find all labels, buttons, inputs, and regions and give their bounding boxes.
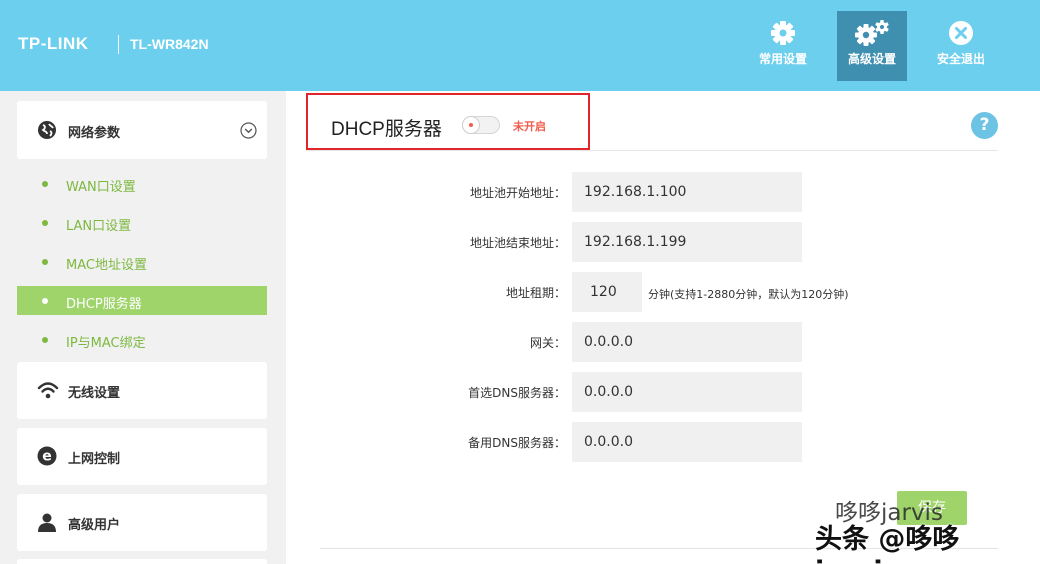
sidebar-section-network[interactable]: 网络参数 [17,101,267,159]
brand-logo: TP-LINK [18,34,89,53]
dhcp-status-text: 未开启 [513,120,546,133]
sidebar-section-access-control-label: 上网控制 [68,452,121,467]
lease-time-hint: 分钟(支持1-2880分钟，默认为120分钟) [648,288,849,301]
pool-end-label: 地址池结束地址： [469,236,566,250]
watermark-bottom: 头条 @哆哆jarvis [815,524,960,564]
user-icon [38,513,56,532]
bullet-dot [42,220,48,226]
sidebar-item-label: DHCP服务器 [66,297,142,312]
logout-button[interactable]: 安全退出 [926,11,996,81]
sidebar-section-more[interactable] [17,559,267,564]
lease-time-label: 地址租期： [505,286,566,300]
sidebar-section-wireless-label: 无线设置 [68,386,121,401]
bullet-dot [42,298,48,304]
common-settings-label: 常用设置 [758,52,807,66]
sidebar-item-lan[interactable]: LAN口设置 [17,208,267,237]
pool-end-input[interactable]: 192.168.1.199 [572,222,802,262]
help-icon[interactable]: ? [971,112,998,139]
sidebar-item-wan[interactable]: WAN口设置 [17,169,267,198]
sidebar-item-label: WAN口设置 [66,180,136,195]
top-header: TP-LINK TL-WR842N 常用设置 高级设置 安全退出 [0,0,1040,91]
wifi-icon [37,382,59,399]
globe-icon [38,121,56,139]
secondary-dns-input[interactable]: 0.0.0.0 [572,422,802,462]
chevron-down-circle-icon[interactable] [240,122,257,139]
gateway-label: 网关： [529,336,566,350]
pool-start-input[interactable]: 192.168.1.100 [572,172,802,212]
logout-label: 安全退出 [936,52,985,66]
sidebar-section-wireless[interactable]: 无线设置 [17,362,267,419]
sidebar-item-label: IP与MAC绑定 [66,336,146,351]
common-settings-button[interactable]: 常用设置 [748,11,818,81]
sidebar-section-access-control[interactable]: e 上网控制 [17,428,267,485]
sidebar-section-advanced-user[interactable]: 高级用户 [17,494,267,551]
toggle-knob [462,116,480,134]
bullet-dot [42,259,48,265]
e-icon: e [37,446,57,466]
sidebar-section-network-label: 网络参数 [68,126,121,141]
primary-dns-input[interactable]: 0.0.0.0 [572,372,802,412]
gateway-input[interactable]: 0.0.0.0 [572,322,802,362]
bullet-dot [42,337,48,343]
sidebar-item-mac[interactable]: MAC地址设置 [17,247,267,276]
sidebar-item-dhcp[interactable]: DHCP服务器 [17,286,267,315]
sidebar-item-ip-mac-binding[interactable]: IP与MAC绑定 [17,325,267,354]
advanced-settings-label: 高级设置 [847,52,896,66]
page-title: DHCP服务器 [331,119,442,140]
model-name: TL-WR842N [130,36,209,52]
title-divider [306,150,998,151]
pool-start-label: 地址池开始地址： [469,186,566,200]
lease-time-input[interactable]: 120 [572,272,642,312]
sidebar-item-label: LAN口设置 [66,219,132,234]
gear-icon [771,21,795,45]
close-circle-icon [949,21,973,45]
advanced-settings-button[interactable]: 高级设置 [837,11,907,81]
bullet-dot [42,181,48,187]
gears-icon [855,20,889,46]
sidebar-item-label: MAC地址设置 [66,258,147,273]
brand-separator [118,35,119,54]
sidebar-section-advanced-user-label: 高级用户 [68,518,121,533]
primary-dns-label: 首选DNS服务器： [468,386,566,400]
secondary-dns-label: 备用DNS服务器： [468,436,566,450]
svg-text:e: e [42,449,52,465]
dhcp-toggle-switch[interactable] [462,116,500,134]
